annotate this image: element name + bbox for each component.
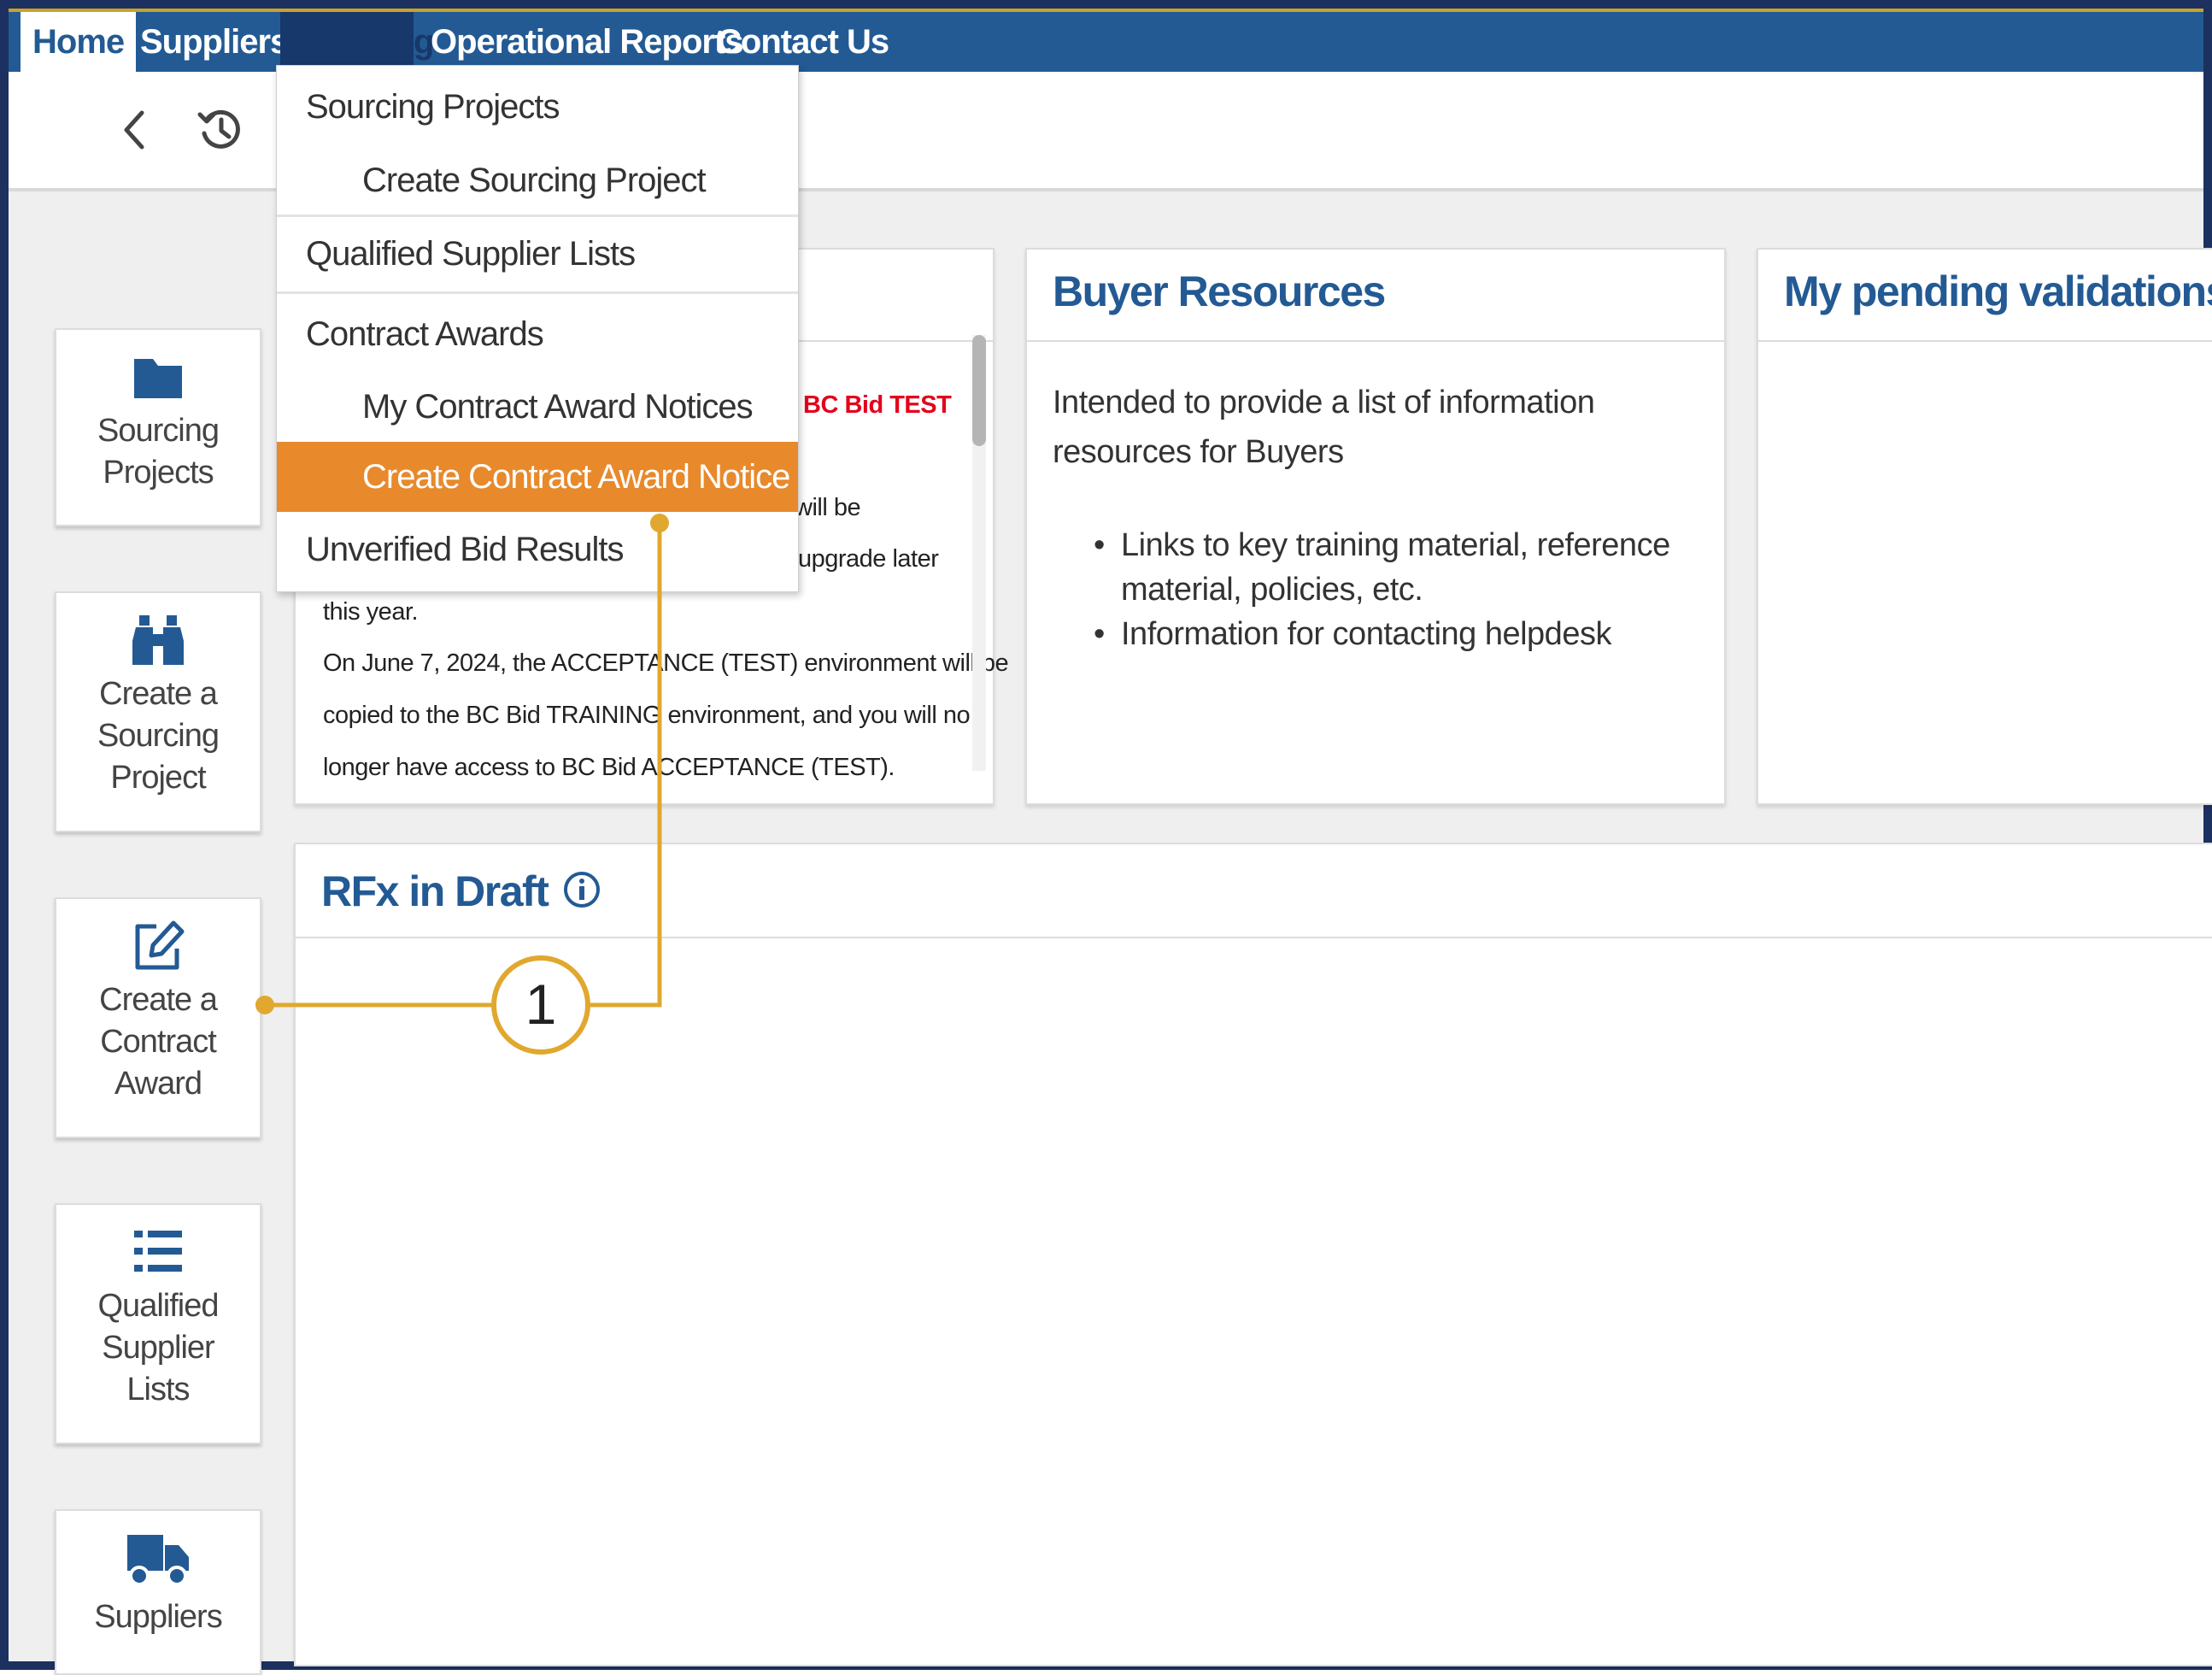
callout-connector bbox=[255, 514, 669, 1055]
callout-number-badge: 1 bbox=[525, 973, 557, 1036]
